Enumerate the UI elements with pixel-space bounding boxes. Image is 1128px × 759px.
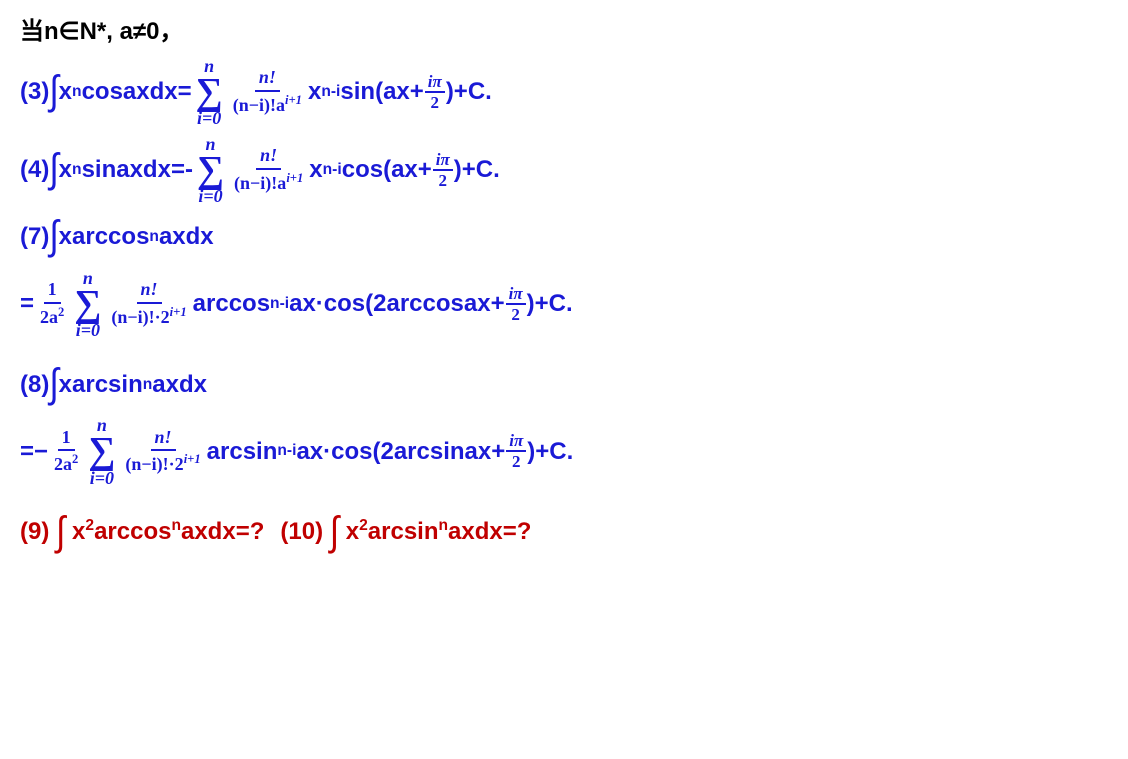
fraction-den: (n−i)!ai+1	[229, 92, 306, 116]
fraction-coeff: n! (n−i)!·2i+1	[121, 428, 204, 476]
func: arccos	[94, 518, 171, 545]
sum-symbol: n ∑ i=0	[197, 135, 224, 205]
inner-frac: iπ 2	[506, 285, 526, 323]
pref-den: 2a2	[36, 304, 68, 328]
tail: axdx=?	[181, 518, 264, 545]
formula-label: (3)	[20, 75, 49, 109]
lhs-tail: cosaxdx=	[82, 75, 192, 109]
fraction-coeff: n! (n−i)!ai+1	[230, 146, 307, 194]
exponent-2: n	[439, 517, 449, 534]
fraction-num: n!	[137, 280, 162, 304]
sum-lower: i=0	[198, 187, 222, 205]
cos-part: cos(ax+	[342, 153, 432, 187]
formula-3: (3) ∫ xncosaxdx= n ∑ i=0 n! (n−i)!ai+1 x…	[20, 57, 1108, 127]
lhs-after: axdx	[159, 220, 214, 254]
integral-icon: ∫	[56, 504, 65, 561]
func: arcsin	[368, 518, 439, 545]
inner-den: 2	[509, 452, 524, 470]
prefactor-frac: 1 2a2	[36, 280, 68, 328]
lhs-after: axdx	[152, 368, 207, 402]
inner-den: 2	[508, 305, 523, 323]
pref-num: 1	[44, 280, 61, 304]
formula-label: (9)	[20, 518, 49, 545]
exponent: 2	[85, 517, 94, 534]
var-x: x	[59, 75, 72, 109]
sigma-icon: ∑	[197, 153, 224, 187]
var-x: x	[59, 153, 72, 187]
fraction-num: n!	[255, 68, 280, 92]
formula-7-lhs: (7) ∫ xarccosnaxdx	[20, 213, 1108, 261]
sin-part: sin(ax+	[340, 75, 423, 109]
fraction-coeff: n! (n−i)!ai+1	[229, 68, 306, 116]
question-row: (9) ∫ x2arccosnaxdx=? (10) ∫ x2arcsinnax…	[20, 509, 1108, 557]
sum-lower: i=0	[90, 469, 114, 487]
tail: )+C.	[527, 287, 573, 321]
inner-den: 2	[436, 171, 451, 189]
rhs-mid: ax·cos(2arccosax+	[289, 287, 504, 321]
integral-icon: ∫	[49, 63, 58, 120]
var-x2: x	[309, 153, 322, 187]
sum-symbol: n ∑ i=0	[74, 269, 101, 339]
formula-label: (10)	[280, 518, 323, 545]
formula-10: (10) ∫ x2arcsinnaxdx=?	[280, 509, 531, 557]
pref-num: 1	[58, 428, 75, 452]
fraction-num: n!	[151, 428, 176, 452]
sigma-icon: ∑	[88, 434, 115, 468]
tail: )+C.	[527, 435, 573, 469]
equals: =	[20, 287, 34, 321]
inner-num: iπ	[506, 432, 526, 452]
inner-frac: iπ 2	[425, 73, 445, 111]
fraction-den: (n−i)!ai+1	[230, 170, 307, 194]
tail: )+C.	[446, 75, 492, 109]
tail: axdx=?	[448, 518, 531, 545]
var-x: x	[72, 518, 85, 545]
rhs-func: arcsin	[207, 435, 278, 469]
formula-8-rhs: =− 1 2a2 n ∑ i=0 n! (n−i)!·2i+1 arcsinn-…	[20, 416, 1108, 486]
equals: =−	[20, 435, 48, 469]
formula-label: (7)	[20, 220, 49, 254]
sum-symbol: n ∑ i=0	[88, 416, 115, 486]
integral-icon: ∫	[49, 141, 58, 198]
sigma-icon: ∑	[74, 287, 101, 321]
inner-num: iπ	[425, 73, 445, 93]
precondition-text: 当n∈N*, a≠0，	[20, 15, 1108, 49]
inner-den: 2	[428, 93, 443, 111]
formula-label: (8)	[20, 368, 49, 402]
formula-9: (9) ∫ x2arccosnaxdx=?	[20, 509, 264, 557]
fraction-coeff: n! (n−i)!·2i+1	[107, 280, 190, 328]
sum-symbol: n ∑ i=0	[196, 57, 223, 127]
var-x2: x	[308, 75, 321, 109]
inner-num: iπ	[506, 285, 526, 305]
header-text: 当n∈N*, a≠0，	[20, 15, 183, 49]
lhs-before: xarcsin	[59, 368, 143, 402]
exponent-2: n	[171, 517, 181, 534]
sigma-icon: ∑	[196, 75, 223, 109]
sum-lower: i=0	[197, 109, 221, 127]
prefactor-frac: 1 2a2	[50, 428, 82, 476]
integral-icon: ∫	[49, 208, 58, 265]
integral-icon: ∫	[330, 504, 339, 561]
var-x: x	[346, 518, 359, 545]
formula-8-lhs: (8) ∫ xarcsinnaxdx	[20, 361, 1108, 409]
rhs-mid: ax·cos(2arcsinax+	[296, 435, 505, 469]
exponent: 2	[359, 517, 368, 534]
tail: )+C.	[454, 153, 500, 187]
fraction-den: (n−i)!·2i+1	[107, 304, 190, 328]
inner-frac: iπ 2	[433, 151, 453, 189]
fraction-den: (n−i)!·2i+1	[121, 451, 204, 475]
formula-7-rhs: = 1 2a2 n ∑ i=0 n! (n−i)!·2i+1 arccosn-i…	[20, 269, 1108, 339]
formula-4: (4) ∫ xnsinaxdx=- n ∑ i=0 n! (n−i)!ai+1 …	[20, 135, 1108, 205]
integral-icon: ∫	[49, 356, 58, 413]
sum-lower: i=0	[76, 321, 100, 339]
formula-label: (4)	[20, 153, 49, 187]
inner-frac: iπ 2	[506, 432, 526, 470]
fraction-num: n!	[256, 146, 281, 170]
pref-den: 2a2	[50, 451, 82, 475]
inner-num: iπ	[433, 151, 453, 171]
lhs-before: xarccos	[59, 220, 150, 254]
lhs-tail: sinaxdx=-	[82, 153, 193, 187]
rhs-func: arccos	[193, 287, 270, 321]
